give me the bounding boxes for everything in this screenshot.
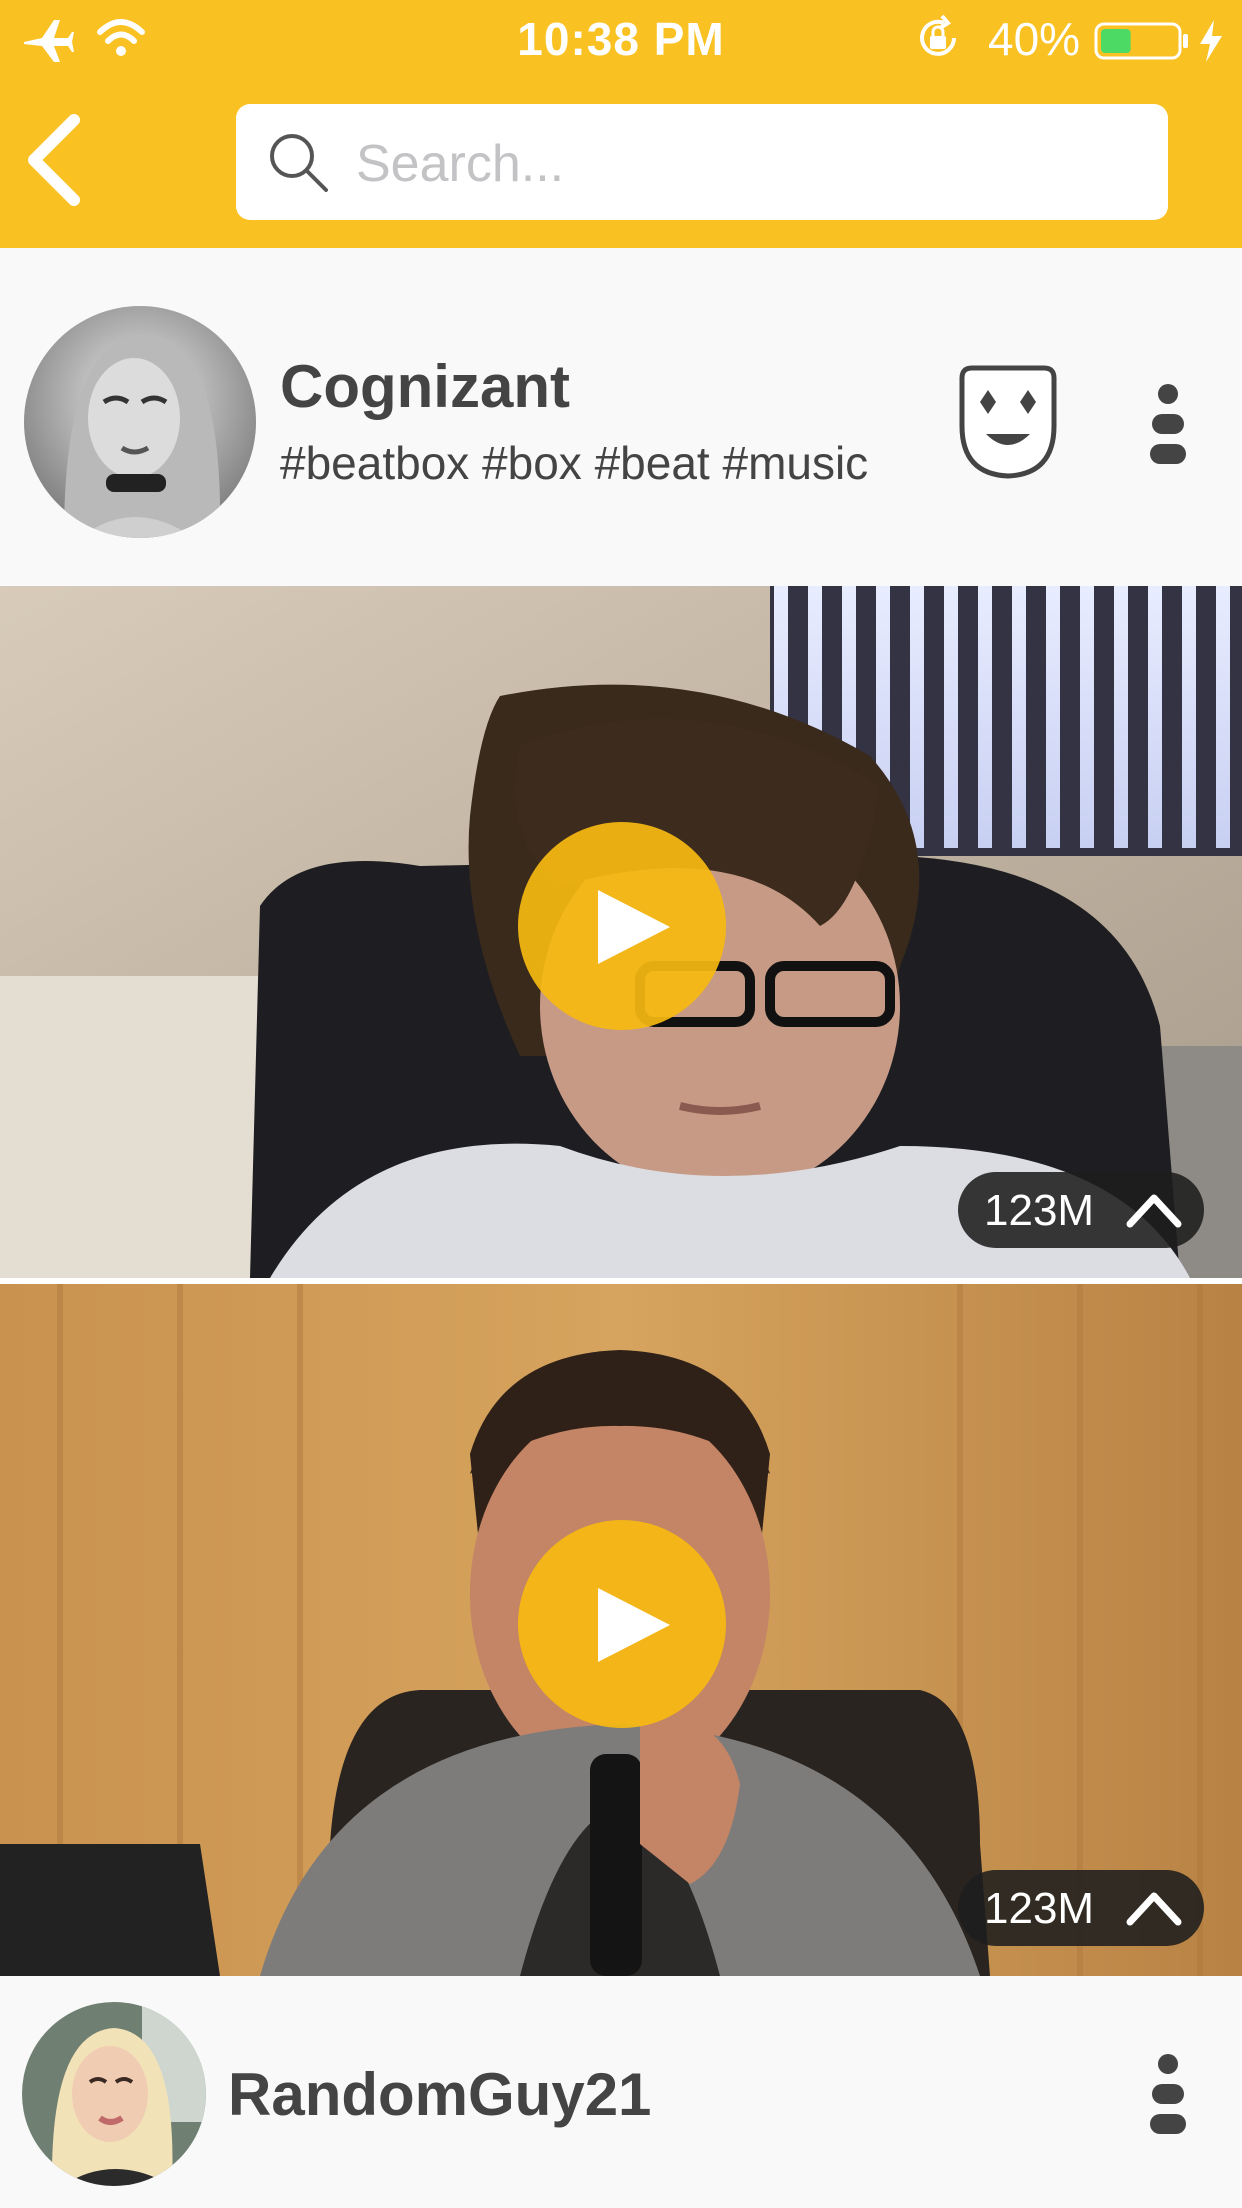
more-icon — [1150, 2054, 1186, 2134]
next-post-username[interactable]: RandomGuy21 — [228, 2060, 651, 2129]
status-bar: 10:38 PM 40% — [0, 0, 1242, 76]
more-icon — [1150, 384, 1186, 464]
back-button[interactable] — [22, 112, 112, 212]
search-bar[interactable]: Search... — [236, 104, 1168, 220]
more-options-button[interactable] — [1148, 2052, 1188, 2136]
post-username[interactable]: Cognizant — [280, 352, 570, 421]
play-icon — [598, 890, 670, 964]
orientation-lock-icon — [914, 14, 962, 67]
post-hashtags[interactable]: #beatbox #box #beat #music — [280, 436, 868, 490]
charging-bolt-icon — [1198, 20, 1224, 67]
search-input[interactable]: Search... — [356, 134, 564, 194]
view-count: 123M — [984, 1884, 1095, 1933]
top-bar: 10:38 PM 40% Search... — [0, 0, 1242, 248]
chevron-left-icon — [28, 114, 80, 206]
search-icon — [266, 130, 332, 201]
battery-percent: 40% — [988, 13, 1081, 65]
play-button[interactable] — [518, 1520, 726, 1728]
view-count: 123M — [984, 1186, 1095, 1235]
view-count-badge[interactable]: 123M — [958, 1870, 1204, 1946]
more-options-button[interactable] — [1148, 382, 1188, 466]
chevron-up-icon — [1126, 1892, 1182, 1926]
battery-icon — [1094, 22, 1190, 65]
view-count-badge[interactable]: 123M — [958, 1172, 1204, 1248]
play-button[interactable] — [518, 822, 726, 1030]
avatar[interactable] — [22, 2002, 206, 2186]
play-icon — [598, 1588, 670, 1662]
mask-button[interactable] — [954, 364, 1062, 480]
avatar[interactable] — [24, 306, 256, 538]
mask-icon — [959, 365, 1057, 479]
chevron-up-icon — [1126, 1194, 1182, 1228]
